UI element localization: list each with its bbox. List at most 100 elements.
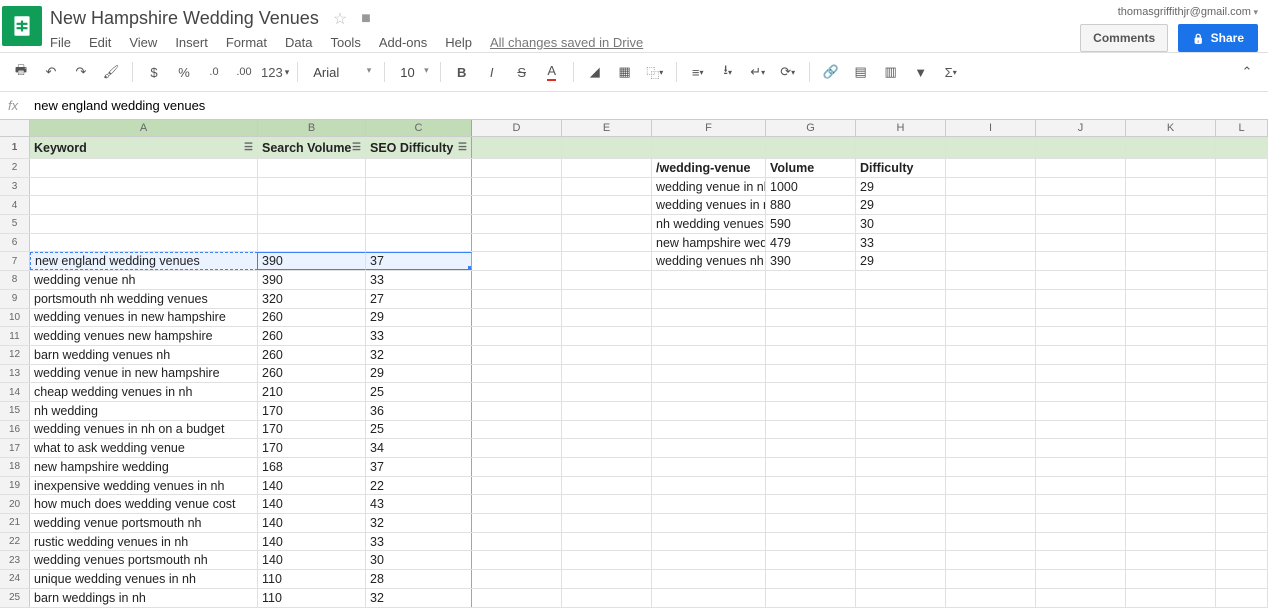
cell[interactable]	[562, 271, 652, 289]
cell-difficulty[interactable]: 32	[366, 514, 472, 532]
row-header[interactable]: 9	[0, 290, 30, 308]
cell-keyword[interactable]: how much does wedding venue cost	[30, 495, 258, 513]
cell[interactable]	[562, 159, 652, 177]
row-header[interactable]: 4	[0, 196, 30, 214]
menu-addons[interactable]: Add-ons	[379, 35, 427, 50]
cell[interactable]	[1036, 514, 1126, 532]
cell[interactable]	[652, 533, 766, 551]
cell[interactable]	[1216, 551, 1268, 569]
cell[interactable]	[1126, 234, 1216, 252]
cell[interactable]	[766, 439, 856, 457]
cell-volume[interactable]: 260	[258, 346, 366, 364]
cell[interactable]	[1126, 159, 1216, 177]
cell-difficulty[interactable]: 22	[366, 477, 472, 495]
insert-comment-icon[interactable]: ▤	[848, 59, 874, 85]
cell[interactable]: nh wedding venues	[652, 215, 766, 233]
cell[interactable]	[766, 551, 856, 569]
cell[interactable]	[1216, 421, 1268, 439]
cell[interactable]	[1036, 137, 1126, 158]
col-header-F[interactable]: F	[652, 120, 766, 136]
cell[interactable]	[258, 215, 366, 233]
cell[interactable]	[1126, 402, 1216, 420]
header-keyword[interactable]: Keyword☰	[30, 137, 258, 158]
cell[interactable]	[766, 346, 856, 364]
comments-button[interactable]: Comments	[1080, 24, 1168, 52]
row-header[interactable]: 3	[0, 178, 30, 196]
row-header[interactable]: 24	[0, 570, 30, 588]
cell[interactable]	[766, 383, 856, 401]
cell[interactable]	[856, 346, 946, 364]
cell[interactable]	[652, 137, 766, 158]
cell[interactable]	[472, 290, 562, 308]
text-rotation-icon[interactable]: ⟳▾	[775, 59, 801, 85]
cell[interactable]	[856, 290, 946, 308]
functions-icon[interactable]: Σ▾	[938, 59, 964, 85]
cell[interactable]	[1126, 252, 1216, 270]
collapse-toolbar-icon[interactable]: ⌃	[1234, 59, 1260, 85]
cell[interactable]	[1126, 439, 1216, 457]
cell[interactable]	[1036, 215, 1126, 233]
cell[interactable]	[856, 383, 946, 401]
cell[interactable]	[1126, 290, 1216, 308]
cell[interactable]	[562, 495, 652, 513]
cell[interactable]	[1036, 346, 1126, 364]
cell[interactable]	[472, 346, 562, 364]
cell[interactable]	[856, 137, 946, 158]
print-icon[interactable]: 🖶	[8, 59, 34, 85]
col-header-A[interactable]: A	[30, 120, 258, 136]
cell[interactable]	[472, 439, 562, 457]
cell[interactable]: 29	[856, 252, 946, 270]
format-percent[interactable]: %	[171, 59, 197, 85]
cell[interactable]	[366, 196, 472, 214]
row-header[interactable]: 22	[0, 533, 30, 551]
cell[interactable]	[856, 458, 946, 476]
cell[interactable]	[472, 495, 562, 513]
cell-volume[interactable]: 140	[258, 533, 366, 551]
formula-input[interactable]	[32, 96, 1260, 115]
cell[interactable]	[856, 495, 946, 513]
cell[interactable]: /wedding-venue	[652, 159, 766, 177]
cell[interactable]	[766, 514, 856, 532]
cell[interactable]: new hampshire wedd	[652, 234, 766, 252]
cell-volume[interactable]: 110	[258, 570, 366, 588]
cell[interactable]	[766, 137, 856, 158]
cell[interactable]	[562, 421, 652, 439]
cell[interactable]	[766, 495, 856, 513]
cell[interactable]	[652, 327, 766, 345]
cell[interactable]	[1126, 551, 1216, 569]
cell[interactable]	[1036, 402, 1126, 420]
save-status[interactable]: All changes saved in Drive	[490, 35, 643, 50]
cell[interactable]	[1216, 137, 1268, 158]
cell[interactable]	[562, 551, 652, 569]
cell[interactable]	[1216, 514, 1268, 532]
cell-difficulty[interactable]: 33	[366, 327, 472, 345]
cell-keyword[interactable]: new england wedding venues	[30, 252, 258, 270]
cell-volume[interactable]: 390	[258, 271, 366, 289]
cell-keyword[interactable]: cheap wedding venues in nh	[30, 383, 258, 401]
cell[interactable]	[1216, 495, 1268, 513]
cell[interactable]	[562, 309, 652, 327]
cell[interactable]	[766, 271, 856, 289]
cell[interactable]	[1036, 533, 1126, 551]
cell[interactable]	[946, 533, 1036, 551]
cell-keyword[interactable]: new hampshire wedding	[30, 458, 258, 476]
filter-icon[interactable]: ▼	[908, 59, 934, 85]
filter-icon[interactable]: ☰	[458, 142, 467, 153]
menu-help[interactable]: Help	[445, 35, 472, 50]
cell[interactable]: 1000	[766, 178, 856, 196]
cell[interactable]	[856, 421, 946, 439]
cell[interactable]	[472, 271, 562, 289]
cell[interactable]	[562, 570, 652, 588]
cell[interactable]	[1216, 290, 1268, 308]
cell[interactable]	[562, 439, 652, 457]
cell[interactable]	[1216, 327, 1268, 345]
cell[interactable]	[30, 178, 258, 196]
select-all-corner[interactable]	[0, 120, 30, 136]
row-header[interactable]: 11	[0, 327, 30, 345]
cell[interactable]	[30, 234, 258, 252]
cell-difficulty[interactable]: 29	[366, 365, 472, 383]
cell[interactable]	[472, 421, 562, 439]
cell[interactable]	[258, 178, 366, 196]
cell-volume[interactable]: 320	[258, 290, 366, 308]
cell-difficulty[interactable]: 28	[366, 570, 472, 588]
